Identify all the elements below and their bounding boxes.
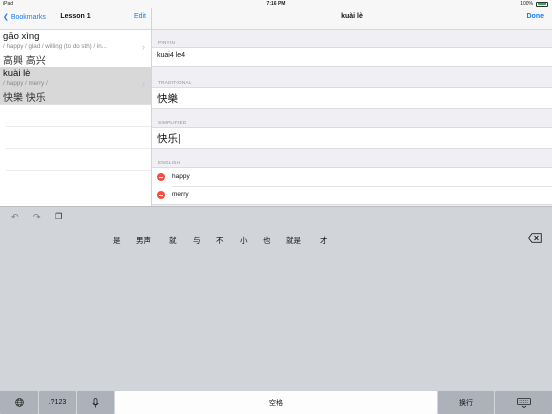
pinyin-text: kuài lè (3, 68, 31, 79)
list-item[interactable]: gāo xìng / happy / glad / willing (to do… (0, 30, 151, 68)
candidate[interactable]: 小 (240, 235, 248, 246)
delete-icon[interactable] (528, 233, 542, 243)
traditional-value: 快樂 (157, 93, 178, 105)
delete-minus-icon[interactable] (157, 191, 165, 199)
entry-detail-pane: kuài lè Done PINYIN kuai4 le4 TRADITIONA… (152, 8, 552, 206)
simplified-field[interactable]: 快乐 (152, 127, 552, 149)
globe-key[interactable] (0, 391, 38, 414)
chevron-right-icon: › (142, 42, 145, 52)
simplified-header: SIMPLIFIED (158, 120, 187, 125)
candidate[interactable]: 才 (320, 235, 328, 246)
right-nav-bar: kuài lè Done (152, 8, 552, 30)
undo-icon[interactable]: ↶ (11, 212, 19, 223)
paste-icon[interactable]: ❐ (55, 212, 62, 221)
battery-icon (536, 1, 548, 7)
simplified-text-wrap: 快乐 (157, 131, 180, 146)
keyboard-dismiss-icon (516, 397, 531, 408)
divider (6, 170, 151, 171)
simplified-value: 快乐 (157, 133, 178, 145)
edit-button[interactable]: Edit (134, 13, 146, 20)
chevron-right-icon: › (142, 79, 145, 89)
english-item[interactable]: merry (152, 186, 552, 204)
english-header: ENGLISH (158, 160, 181, 165)
done-button[interactable]: Done (527, 13, 545, 20)
chinese-text: 快樂 快乐 (3, 93, 46, 104)
lesson-list-pane: ❮ Bookmarks Lesson 1 Edit gāo xìng / hap… (0, 8, 152, 206)
english-item-text: happy (172, 173, 190, 180)
status-time: 7:16 PM (266, 1, 286, 7)
left-nav-bar: ❮ Bookmarks Lesson 1 Edit (0, 8, 151, 30)
lesson-title: Lesson 1 (60, 13, 91, 20)
battery-percent: 100% (520, 1, 533, 7)
candidate[interactable]: 也 (263, 235, 271, 246)
text-cursor (178, 134, 180, 145)
english-text: / happy / merry / (3, 80, 48, 87)
chinese-text: 高興 高兴 (3, 56, 46, 67)
candidate[interactable]: 就是 (286, 235, 301, 246)
english-text: / happy / glad / willing (to do sth) / i… (3, 43, 107, 50)
redo-icon[interactable]: ↷ (33, 212, 41, 223)
candidate[interactable]: 不 (216, 235, 224, 246)
pinyin-field[interactable]: kuai4 le4 (152, 47, 552, 67)
numbers-key[interactable]: .?123 (39, 391, 76, 414)
globe-icon (14, 398, 24, 407)
english-list: happy merry (152, 167, 552, 205)
entry-title: kuài lè (341, 13, 363, 20)
battery-area: 100% (520, 0, 548, 8)
keyboard-bottom-row: .?123 空格 换行 (0, 391, 552, 414)
traditional-header: TRADITIONAL (158, 80, 192, 85)
microphone-icon (92, 397, 99, 407)
candidate[interactable]: 是 (113, 235, 121, 246)
pinyin-value: kuai4 le4 (157, 52, 186, 59)
return-key[interactable]: 换行 (438, 391, 494, 414)
pinyin-text: gāo xìng (3, 31, 40, 42)
space-key[interactable]: 空格 (115, 391, 437, 414)
keyboard-area (0, 250, 552, 390)
candidate[interactable]: 就 (169, 235, 177, 246)
keyboard-shortcut-bar: ↶ ↷ ❐ (0, 206, 552, 229)
traditional-field[interactable]: 快樂 (152, 87, 552, 109)
candidate-bar: 是 男声 就 与 不 小 也 就是 才 (0, 228, 552, 250)
dismiss-keyboard-key[interactable] (495, 391, 552, 414)
status-bar: iPad 7:16 PM 100% (0, 0, 552, 8)
microphone-key[interactable] (77, 391, 114, 414)
candidate[interactable]: 男声 (136, 235, 151, 246)
english-item-text: merry (172, 191, 189, 198)
divider (6, 126, 151, 127)
pinyin-header: PINYIN (158, 40, 176, 45)
english-item[interactable]: happy (152, 168, 552, 186)
list-item-selected[interactable]: kuài lè / happy / merry / 快樂 快乐 › (0, 67, 151, 105)
divider (6, 148, 151, 149)
candidate[interactable]: 与 (193, 235, 201, 246)
delete-minus-icon[interactable] (157, 173, 165, 181)
